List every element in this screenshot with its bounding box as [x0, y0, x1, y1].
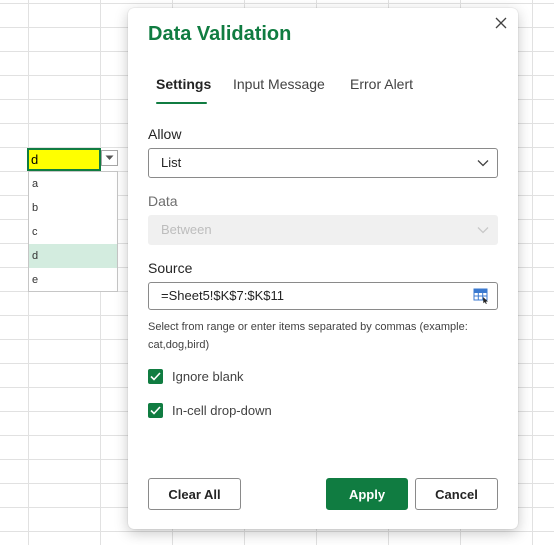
tab-error-alert[interactable]: Error Alert — [350, 76, 413, 106]
cell-dropdown-list: a b c d e — [28, 171, 118, 292]
checkmark-icon — [150, 371, 161, 381]
allow-label: Allow — [148, 126, 182, 142]
source-input[interactable]: =Sheet5!$K$7:$K$11 — [148, 282, 498, 310]
source-label: Source — [148, 260, 193, 276]
caret-down-icon — [105, 155, 114, 160]
dialog-title: Data Validation — [148, 23, 292, 45]
cancel-button[interactable]: Cancel — [415, 478, 498, 510]
dropdown-item-a[interactable]: a — [29, 172, 117, 196]
source-input-value: =Sheet5!$K$7:$K$11 — [161, 288, 285, 303]
checkmark-icon — [150, 405, 161, 415]
dropdown-item-b[interactable]: b — [29, 196, 117, 220]
data-label: Data — [148, 193, 178, 209]
chevron-down-icon — [477, 160, 489, 167]
close-icon — [495, 17, 507, 29]
close-button[interactable] — [492, 14, 510, 32]
ignore-blank-checkbox-row[interactable]: Ignore blank — [148, 367, 244, 385]
data-select: Between — [148, 215, 498, 245]
tab-input-message[interactable]: Input Message — [233, 76, 325, 106]
data-select-value: Between — [161, 222, 212, 237]
active-tab-indicator — [156, 102, 207, 104]
in-cell-dropdown-checkbox[interactable] — [148, 402, 163, 418]
dropdown-item-e[interactable]: e — [29, 268, 117, 292]
cell-dropdown-button[interactable] — [101, 150, 118, 166]
tab-bar: Settings Input Message Error Alert — [148, 76, 498, 108]
ignore-blank-checkbox[interactable] — [148, 368, 163, 384]
chevron-down-icon — [477, 227, 489, 234]
active-cell[interactable]: d — [27, 148, 101, 171]
in-cell-dropdown-label: In-cell drop-down — [172, 402, 272, 418]
data-validation-dialog: Data Validation Settings Input Message E… — [128, 8, 518, 529]
clear-all-button[interactable]: Clear All — [148, 478, 241, 510]
ignore-blank-label: Ignore blank — [172, 368, 244, 384]
allow-select-value: List — [161, 155, 182, 170]
in-cell-dropdown-checkbox-row[interactable]: In-cell drop-down — [148, 401, 272, 419]
dropdown-item-d[interactable]: d — [29, 244, 117, 268]
allow-select[interactable]: List — [148, 148, 498, 178]
dropdown-item-c[interactable]: c — [29, 220, 117, 244]
source-hint: Select from range or enter items separat… — [148, 321, 468, 351]
apply-button[interactable]: Apply — [326, 478, 408, 510]
range-select-icon[interactable] — [473, 288, 490, 304]
